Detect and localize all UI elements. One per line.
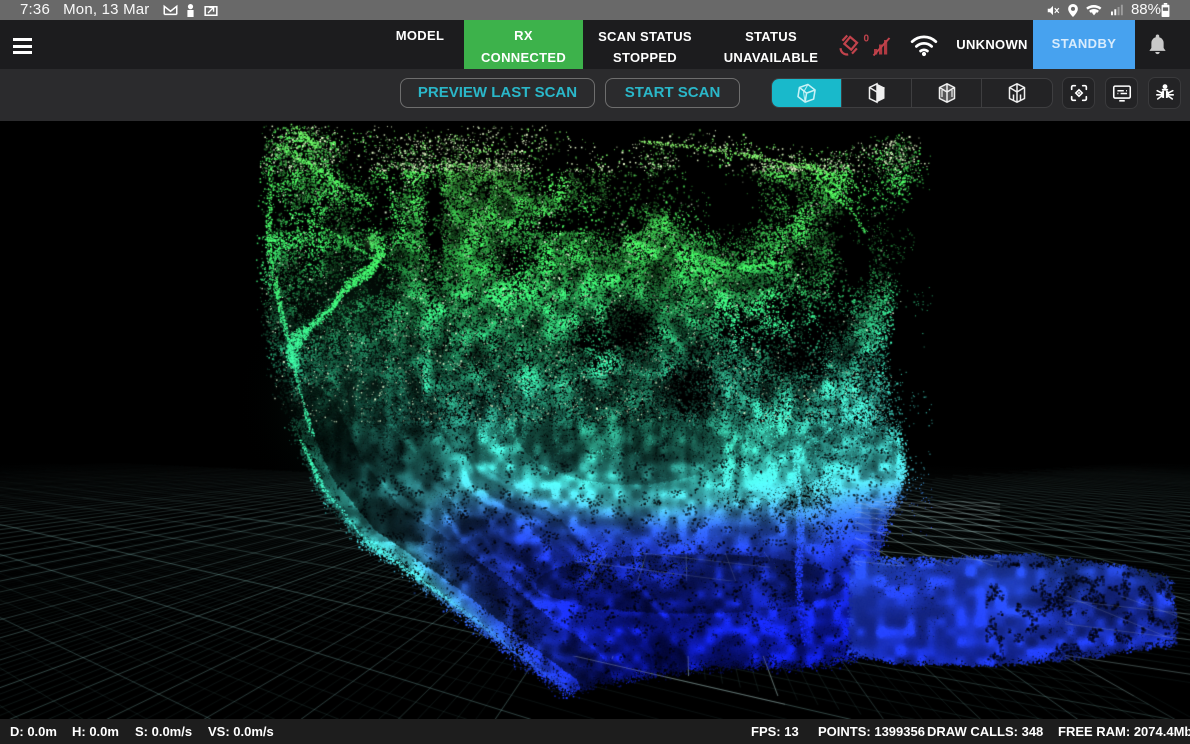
svg-text:0: 0 bbox=[864, 34, 870, 45]
